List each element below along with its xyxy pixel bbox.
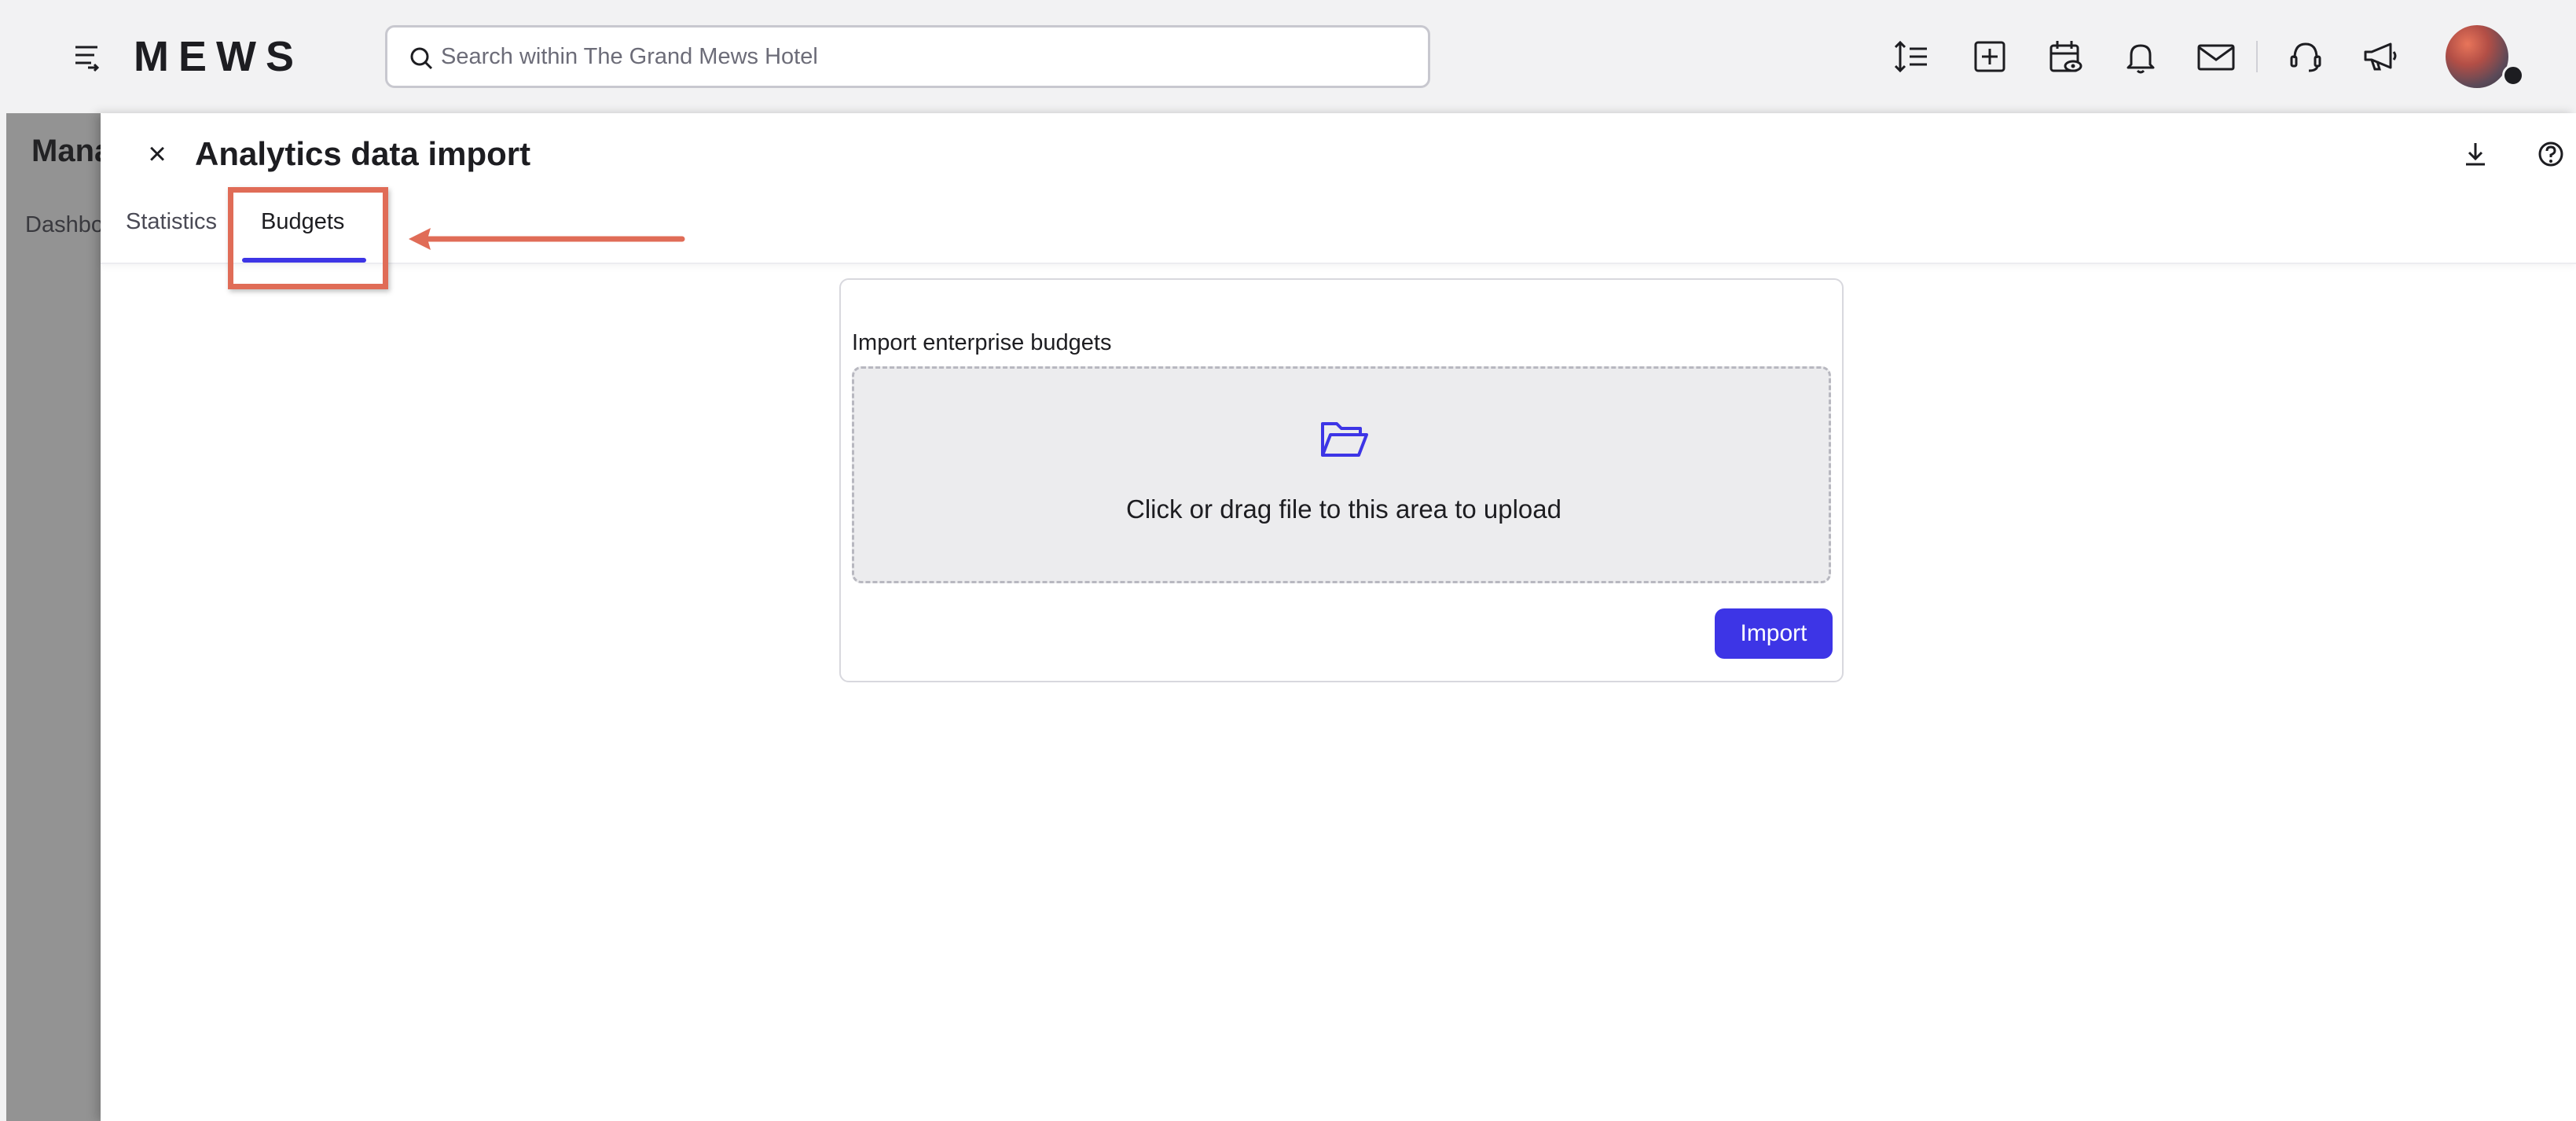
menu-icon[interactable] [64, 39, 108, 74]
help-icon[interactable] [2529, 132, 2573, 176]
bell-icon[interactable] [2119, 35, 2163, 79]
search-input[interactable] [441, 37, 1400, 76]
add-square-icon[interactable] [1968, 35, 2012, 79]
search-icon [410, 47, 433, 70]
toolbar-divider [2256, 41, 2258, 72]
tab-statistics[interactable]: Statistics [126, 204, 217, 239]
search-bar[interactable] [385, 25, 1430, 88]
drawer-title: Analytics data import [195, 135, 531, 172]
import-button[interactable]: Import [1715, 608, 1833, 659]
top-bar: MEWS [6, 0, 2576, 113]
user-avatar[interactable] [2446, 25, 2508, 88]
analytics-import-drawer: × Analytics data import Statistics Budge… [101, 113, 2576, 1121]
text-height-icon[interactable] [1889, 35, 1933, 79]
close-icon[interactable]: × [135, 132, 179, 176]
dropzone-instructions: Click or drag file to this area to uploa… [1126, 494, 1561, 524]
file-upload-dropzone[interactable]: Click or drag file to this area to uploa… [852, 366, 1831, 583]
support-icon[interactable] [2284, 35, 2328, 79]
status-badge [2502, 64, 2524, 86]
annotation-highlight-box [228, 187, 388, 289]
mews-logo[interactable]: MEWS [134, 33, 346, 80]
download-icon[interactable] [2453, 132, 2497, 176]
import-budgets-label: Import enterprise budgets [852, 330, 1112, 355]
folder-open-icon [1321, 422, 1368, 457]
megaphone-icon[interactable] [2359, 35, 2403, 79]
app-frame: MEWS Search within The Grand Mews Hotel … [6, 0, 2576, 1121]
drawer-header: × Analytics data import Statistics Budge… [101, 113, 2576, 289]
mail-icon[interactable] [2194, 35, 2238, 79]
calendar-view-icon[interactable] [2043, 35, 2087, 79]
svg-text:MEWS: MEWS [134, 33, 303, 80]
import-budgets-card: Import enterprise budgets Click or drag … [839, 278, 1844, 682]
annotation-arrow-icon [409, 228, 685, 250]
